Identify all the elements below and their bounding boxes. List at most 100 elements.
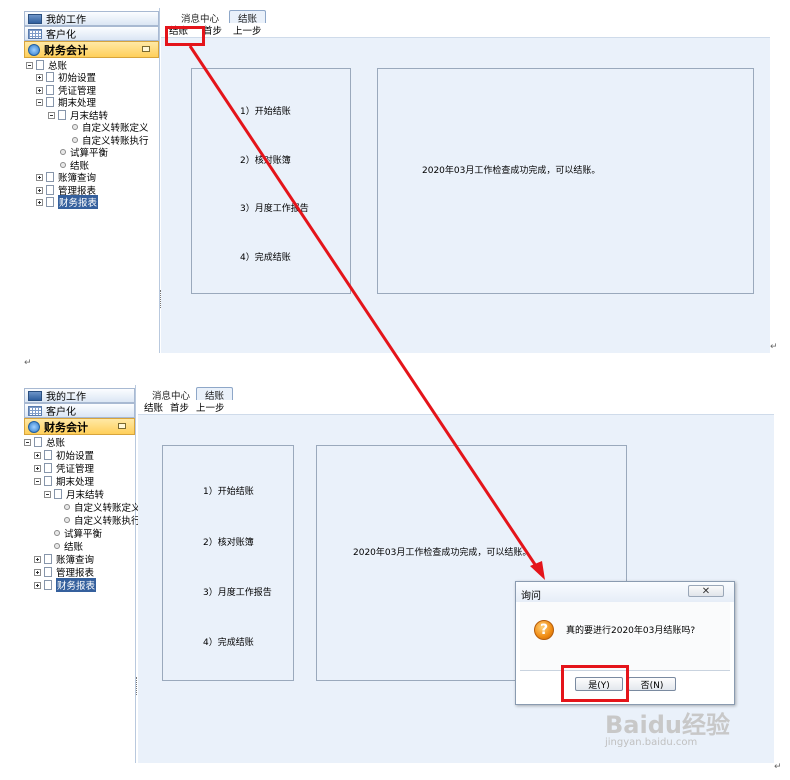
prev-step-button[interactable]: 上一步 [196,400,225,414]
tree-item-custom-def[interactable]: 自定义转账定义 [72,121,149,134]
document-icon [34,437,42,447]
finance-icon [28,43,40,56]
tree-item-custom-exec[interactable]: 自定义转账执行 [64,514,141,527]
customize-label: 客户化 [46,30,76,41]
accordion-customize[interactable]: 客户化 [24,403,135,418]
leaf-icon [60,162,66,168]
finance-label: 财务会计 [44,43,88,57]
step-verify: 2）核对账簿 [203,538,254,548]
prev-step-button[interactable]: 上一步 [233,23,262,37]
check-message: 2020年03月工作检查成功完成，可以结账。 [353,548,532,558]
plus-icon[interactable] [34,464,41,472]
tree-label: 总账 [46,438,66,449]
plus-icon[interactable] [36,86,43,94]
close-button[interactable]: 结账 [144,400,163,414]
tree-item-init[interactable]: 初始设置 [36,71,97,84]
plus-icon[interactable] [34,568,41,576]
minus-icon[interactable] [44,490,51,498]
tree-label: 试算平衡 [64,529,103,540]
computer-icon [28,390,42,401]
dialog-titlebar: 询问 ✕ [516,582,734,602]
plus-icon[interactable] [34,555,41,563]
baidu-watermark: Baidu经验 [605,711,730,739]
plus-icon[interactable] [34,581,41,589]
message-panel: 2020年03月工作检查成功完成，可以结账。 [377,68,754,294]
first-step-label: 首步 [170,403,190,414]
tree-item-ledger[interactable]: 总账 [24,436,66,449]
accordion-my-work[interactable]: 我的工作 [24,11,159,26]
tree-label: 月末结转 [66,490,105,501]
calendar-icon [28,405,42,416]
plus-icon[interactable] [36,73,43,81]
tree-item-period-end[interactable]: 期末处理 [36,96,96,109]
dialog-question: 真的要进行2020年03月结账吗? [566,626,696,636]
collapse-icon[interactable] [118,423,126,429]
return-mark: ↵ [774,762,782,772]
document-icon [46,85,54,95]
document-icon [44,554,52,564]
tree-label: 凭证管理 [56,464,95,475]
tree-item-voucher[interactable]: 凭证管理 [34,462,95,475]
tree-item-custom-def[interactable]: 自定义转账定义 [64,501,141,514]
leaf-icon [54,530,60,536]
minus-icon[interactable] [24,438,31,446]
no-button[interactable]: 否(N) [628,677,676,691]
my-work-label: 我的工作 [46,392,86,403]
plus-icon[interactable] [34,451,41,459]
tree-item-period-end[interactable]: 期末处理 [34,475,94,488]
question-icon: ? [534,620,554,640]
steps-panel: 1）开始结账 2）核对账簿 3）月度工作报告 4）完成结账 [191,68,351,294]
tab-closing[interactable]: 结账 [229,10,267,25]
first-step-button[interactable]: 首步 [170,400,189,414]
leaf-icon [54,543,60,549]
prev-step-label: 上一步 [196,403,225,414]
tree-item-closing[interactable]: 结账 [54,540,84,553]
tree-item-ledger-query[interactable]: 账簿查询 [36,171,97,184]
tree-label: 结账 [64,542,84,553]
minus-icon[interactable] [36,98,43,106]
document-icon [36,60,44,70]
toolbar: 结账 首步 上一步 [138,400,774,415]
accordion-my-work[interactable]: 我的工作 [24,388,135,403]
document-icon [46,197,54,207]
collapse-icon[interactable] [142,46,150,52]
calendar-icon [28,28,42,39]
document-icon [44,567,52,577]
plus-icon[interactable] [36,186,43,194]
document-icon [44,463,52,473]
tab-closing[interactable]: 结账 [196,387,234,402]
tree-item-mgmt-report[interactable]: 管理报表 [34,566,94,579]
minus-icon[interactable] [26,61,33,69]
step-finish: 4）完成结账 [240,253,291,263]
leaf-icon [72,137,78,143]
tree-label: 账簿查询 [58,173,97,184]
dialog-title: 询问 [521,591,541,602]
step-report: 3）月度工作报告 [240,204,309,214]
plus-icon[interactable] [36,198,43,206]
step-start: 1）开始结账 [240,107,291,117]
tree-label: 初始设置 [58,73,97,84]
sidebar: 我的工作 客户化 财务会计 总账 初始设置 凭证管理 期末处理 月末结转 自定义… [24,8,161,353]
tree-item-fin-report[interactable]: 财务报表 [34,578,97,592]
close-icon[interactable]: ✕ [688,585,724,597]
plus-icon[interactable] [36,173,43,181]
customize-label: 客户化 [46,407,76,418]
finance-label: 财务会计 [44,420,88,434]
minus-icon[interactable] [34,477,41,485]
minus-icon[interactable] [48,111,55,119]
tree-item-trial-balance[interactable]: 试算平衡 [54,527,103,540]
close-button-label: 结账 [144,403,164,414]
accordion-customize[interactable]: 客户化 [24,26,159,41]
toolbar: 结账 首步 上一步 [161,23,770,38]
tree-item-monthly-transfer[interactable]: 月末结转 [44,488,105,501]
tree-item-init[interactable]: 初始设置 [34,449,94,462]
tree-item-trial-balance[interactable]: 试算平衡 [60,146,108,159]
tree-item-fin-report[interactable]: 财务报表 [36,195,99,209]
leaf-icon [64,504,70,510]
first-step-button[interactable]: 首步 [203,23,222,37]
my-work-label: 我的工作 [46,15,86,26]
document-icon [58,110,66,120]
tree-item-ledger-query[interactable]: 账簿查询 [34,553,94,566]
accordion-finance[interactable]: 财务会计 [24,418,135,435]
accordion-finance[interactable]: 财务会计 [24,41,159,58]
